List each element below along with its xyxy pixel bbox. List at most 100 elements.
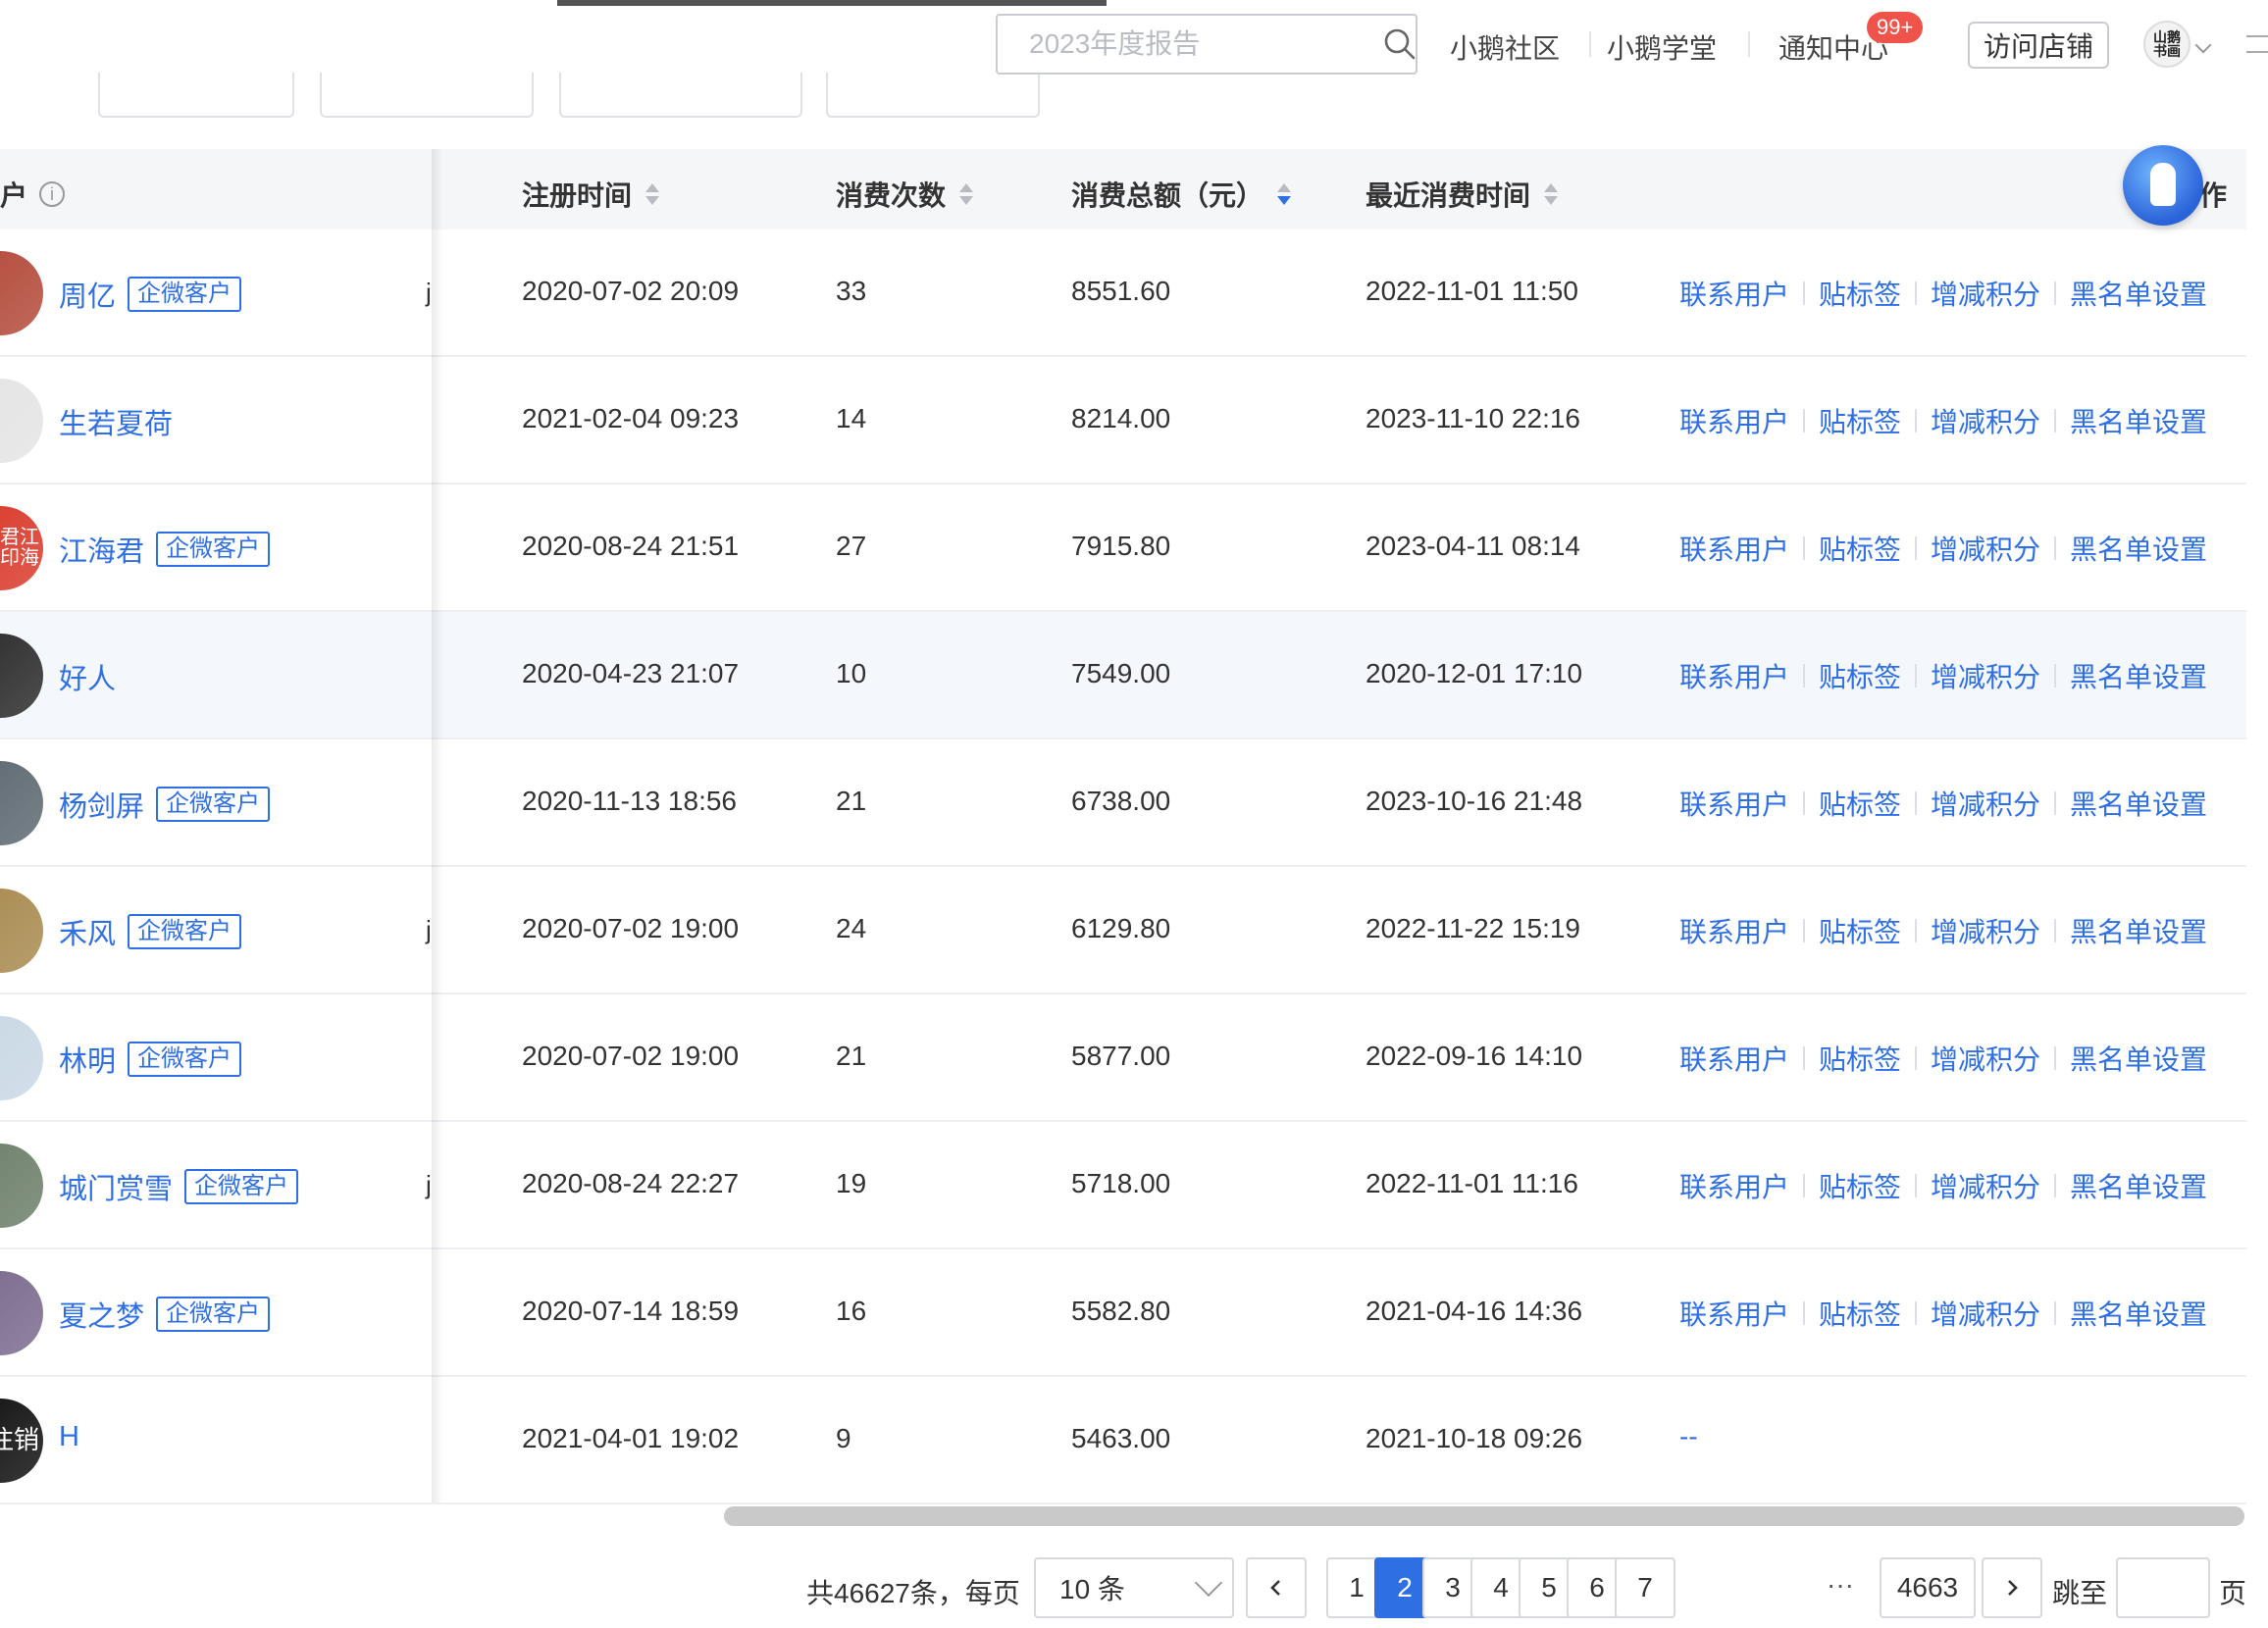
adjust-points-link[interactable]: 增减积分 bbox=[1931, 1166, 2040, 1205]
jump-page-input[interactable] bbox=[2116, 1557, 2210, 1618]
nav-community[interactable]: 小鹅社区 bbox=[1450, 27, 1560, 67]
filter-button-3[interactable] bbox=[559, 73, 802, 118]
row-actions: 联系用户 贴标签 增减积分 黑名单设置 bbox=[1679, 911, 2207, 950]
user-name-link[interactable]: 周亿 企微客户 bbox=[59, 274, 242, 315]
nav-academy[interactable]: 小鹅学堂 bbox=[1607, 27, 1717, 67]
adjust-points-link[interactable]: 增减积分 bbox=[1931, 401, 2040, 440]
add-tag-link[interactable]: 贴标签 bbox=[1819, 274, 1901, 313]
account-avatar[interactable]: 山鹅 书画 bbox=[2143, 21, 2191, 68]
row-actions: 联系用户 贴标签 增减积分 黑名单设置 bbox=[1679, 529, 2207, 568]
user-name-link[interactable]: 江海君 企微客户 bbox=[59, 529, 271, 570]
search-input[interactable] bbox=[1029, 28, 1383, 60]
column-consume-count[interactable]: 消费次数 bbox=[836, 175, 974, 214]
visit-store-button[interactable]: 访问店铺 bbox=[1968, 22, 2109, 69]
add-tag-link[interactable]: 贴标签 bbox=[1819, 401, 1901, 440]
user-name-link[interactable]: 林明 企微客户 bbox=[59, 1039, 242, 1080]
table-row[interactable]: 好人 2020-04-23 21:07 10 7549.00 2020-12-01 17… bbox=[0, 612, 2246, 739]
user-name-link[interactable]: 夏之梦 企微客户 bbox=[59, 1294, 271, 1335]
page-last[interactable]: 4663 bbox=[1880, 1557, 1976, 1618]
user-name-link[interactable]: H bbox=[59, 1421, 79, 1453]
table-row[interactable]: 林明 企微客户 2020-07-02 19:00 21 5877.00 2022-09-1… bbox=[0, 994, 2246, 1122]
chevron-left-icon bbox=[1270, 1580, 1280, 1596]
search-icon[interactable] bbox=[1383, 27, 1417, 61]
filter-button-1[interactable] bbox=[98, 73, 294, 118]
sort-icon[interactable] bbox=[645, 182, 660, 206]
contact-user-link[interactable]: 联系用户 bbox=[1679, 784, 1789, 823]
adjust-points-link[interactable]: 增减积分 bbox=[1931, 529, 2040, 568]
adjust-points-link[interactable]: 增减积分 bbox=[1931, 911, 2040, 950]
adjust-points-link[interactable]: 增减积分 bbox=[1931, 274, 2040, 313]
add-tag-link[interactable]: 贴标签 bbox=[1819, 656, 1901, 695]
user-name-link[interactable]: 好人 bbox=[59, 656, 116, 697]
adjust-points-link[interactable]: 增减积分 bbox=[1931, 1294, 2040, 1333]
table-row[interactable]: 夏之梦 企微客户 2020-07-14 18:59 16 5582.80 2021-04-… bbox=[0, 1249, 2246, 1377]
action-divider bbox=[1915, 1046, 1918, 1070]
user-name-link[interactable]: 禾风 企微客户 bbox=[59, 911, 242, 952]
fixed-column-shadow bbox=[432, 149, 443, 1502]
menu-toggle-icon[interactable] bbox=[2246, 35, 2268, 53]
blacklist-link[interactable]: 黑名单设置 bbox=[2070, 656, 2207, 695]
adjust-points-link[interactable]: 增减积分 bbox=[1931, 1039, 2040, 1078]
user-name-link[interactable]: 杨剑屏 企微客户 bbox=[59, 784, 271, 825]
column-last-consume-time[interactable]: 最近消费时间 bbox=[1366, 175, 1559, 214]
contact-user-link[interactable]: 联系用户 bbox=[1679, 1039, 1789, 1078]
blacklist-link[interactable]: 黑名单设置 bbox=[2070, 1294, 2207, 1333]
blacklist-link[interactable]: 黑名单设置 bbox=[2070, 529, 2207, 568]
table-row[interactable]: 周亿 企微客户 j 2020-07-02 20:09 33 8551.60 2022-11-… bbox=[0, 229, 2246, 357]
contact-user-link[interactable]: 联系用户 bbox=[1679, 911, 1789, 950]
page-size-select[interactable]: 10 条 bbox=[1034, 1557, 1234, 1618]
add-tag-link[interactable]: 贴标签 bbox=[1819, 1039, 1901, 1078]
blacklist-link[interactable]: 黑名单设置 bbox=[2070, 1039, 2207, 1078]
table-row[interactable]: 注销 H 2021-04-01 19:02 9 5463.00 2021-10-18 09… bbox=[0, 1377, 2246, 1504]
add-tag-link[interactable]: 贴标签 bbox=[1819, 1294, 1901, 1333]
info-icon[interactable]: i bbox=[39, 181, 66, 207]
user-name-link[interactable]: 城门赏雪 企微客户 bbox=[59, 1166, 299, 1207]
adjust-points-link[interactable]: 增减积分 bbox=[1931, 656, 2040, 695]
action-divider bbox=[1915, 791, 1918, 815]
next-page-button[interactable] bbox=[1982, 1557, 2042, 1618]
wecom-customer-tag: 企微客户 bbox=[128, 914, 242, 949]
pagination-ellipsis[interactable]: ··· bbox=[1827, 1569, 1854, 1601]
sort-icon[interactable] bbox=[1544, 182, 1559, 206]
contact-user-link[interactable]: 联系用户 bbox=[1679, 274, 1789, 313]
horizontal-scrollbar[interactable] bbox=[724, 1506, 2244, 1526]
sort-icon[interactable] bbox=[959, 182, 974, 206]
filter-button-2[interactable] bbox=[320, 73, 534, 118]
contact-user-link[interactable]: 联系用户 bbox=[1679, 401, 1789, 440]
blacklist-link[interactable]: 黑名单设置 bbox=[2070, 274, 2207, 313]
action-divider bbox=[2054, 1046, 2057, 1070]
add-tag-link[interactable]: 贴标签 bbox=[1819, 529, 1901, 568]
contact-user-link[interactable]: 联系用户 bbox=[1679, 529, 1789, 568]
table-row[interactable]: 禾风 企微客户 j 2020-07-02 19:00 24 6129.80 2022-11-… bbox=[0, 867, 2246, 994]
user-name-link[interactable]: 生若夏荷 bbox=[59, 401, 173, 442]
table-row[interactable]: 城门赏雪 企微客户 j 2020-08-24 22:27 19 5718.00 2022-1… bbox=[0, 1122, 2246, 1249]
filter-button-4[interactable] bbox=[826, 73, 1040, 118]
blacklist-link[interactable]: 黑名单设置 bbox=[2070, 1166, 2207, 1205]
blacklist-link[interactable]: 黑名单设置 bbox=[2070, 401, 2207, 440]
table-row[interactable]: 君江 印海 江海君 企微客户 2020-08-24 21:51 27 7915.80 202… bbox=[0, 484, 2246, 612]
table-row[interactable]: 生若夏荷 2021-02-04 09:23 14 8214.00 2023-11-10 … bbox=[0, 357, 2246, 484]
add-tag-link[interactable]: 贴标签 bbox=[1819, 784, 1901, 823]
contact-user-link[interactable]: 联系用户 bbox=[1679, 656, 1789, 695]
user-name: 生若夏荷 bbox=[59, 409, 174, 440]
chevron-down-icon[interactable] bbox=[2194, 36, 2212, 54]
avatar: 君江 印海 bbox=[0, 506, 43, 590]
adjust-points-link[interactable]: 增减积分 bbox=[1931, 784, 2040, 823]
page-7[interactable]: 7 bbox=[1615, 1557, 1675, 1618]
blacklist-link[interactable]: 黑名单设置 bbox=[2070, 784, 2207, 823]
sort-desc-icon[interactable] bbox=[1277, 182, 1292, 206]
contact-user-link[interactable]: 联系用户 bbox=[1679, 1166, 1789, 1205]
table-row[interactable]: 杨剑屏 企微客户 2020-11-13 18:56 21 6738.00 2023-10-… bbox=[0, 739, 2246, 867]
consume-count-cell: 27 bbox=[836, 531, 867, 561]
column-register-time[interactable]: 注册时间 bbox=[522, 175, 660, 214]
blacklist-link[interactable]: 黑名单设置 bbox=[2070, 911, 2207, 950]
add-tag-link[interactable]: 贴标签 bbox=[1819, 1166, 1901, 1205]
user-name: 林明 bbox=[59, 1046, 117, 1078]
assistant-bot-icon[interactable] bbox=[2123, 145, 2203, 226]
column-consume-total[interactable]: 消费总额（元） bbox=[1071, 175, 1292, 214]
consume-count-cell: 24 bbox=[836, 913, 867, 943]
row-actions: 联系用户 贴标签 增减积分 黑名单设置 bbox=[1679, 1294, 2207, 1333]
prev-page-button[interactable] bbox=[1246, 1557, 1307, 1618]
contact-user-link[interactable]: 联系用户 bbox=[1679, 1294, 1789, 1333]
add-tag-link[interactable]: 贴标签 bbox=[1819, 911, 1901, 950]
